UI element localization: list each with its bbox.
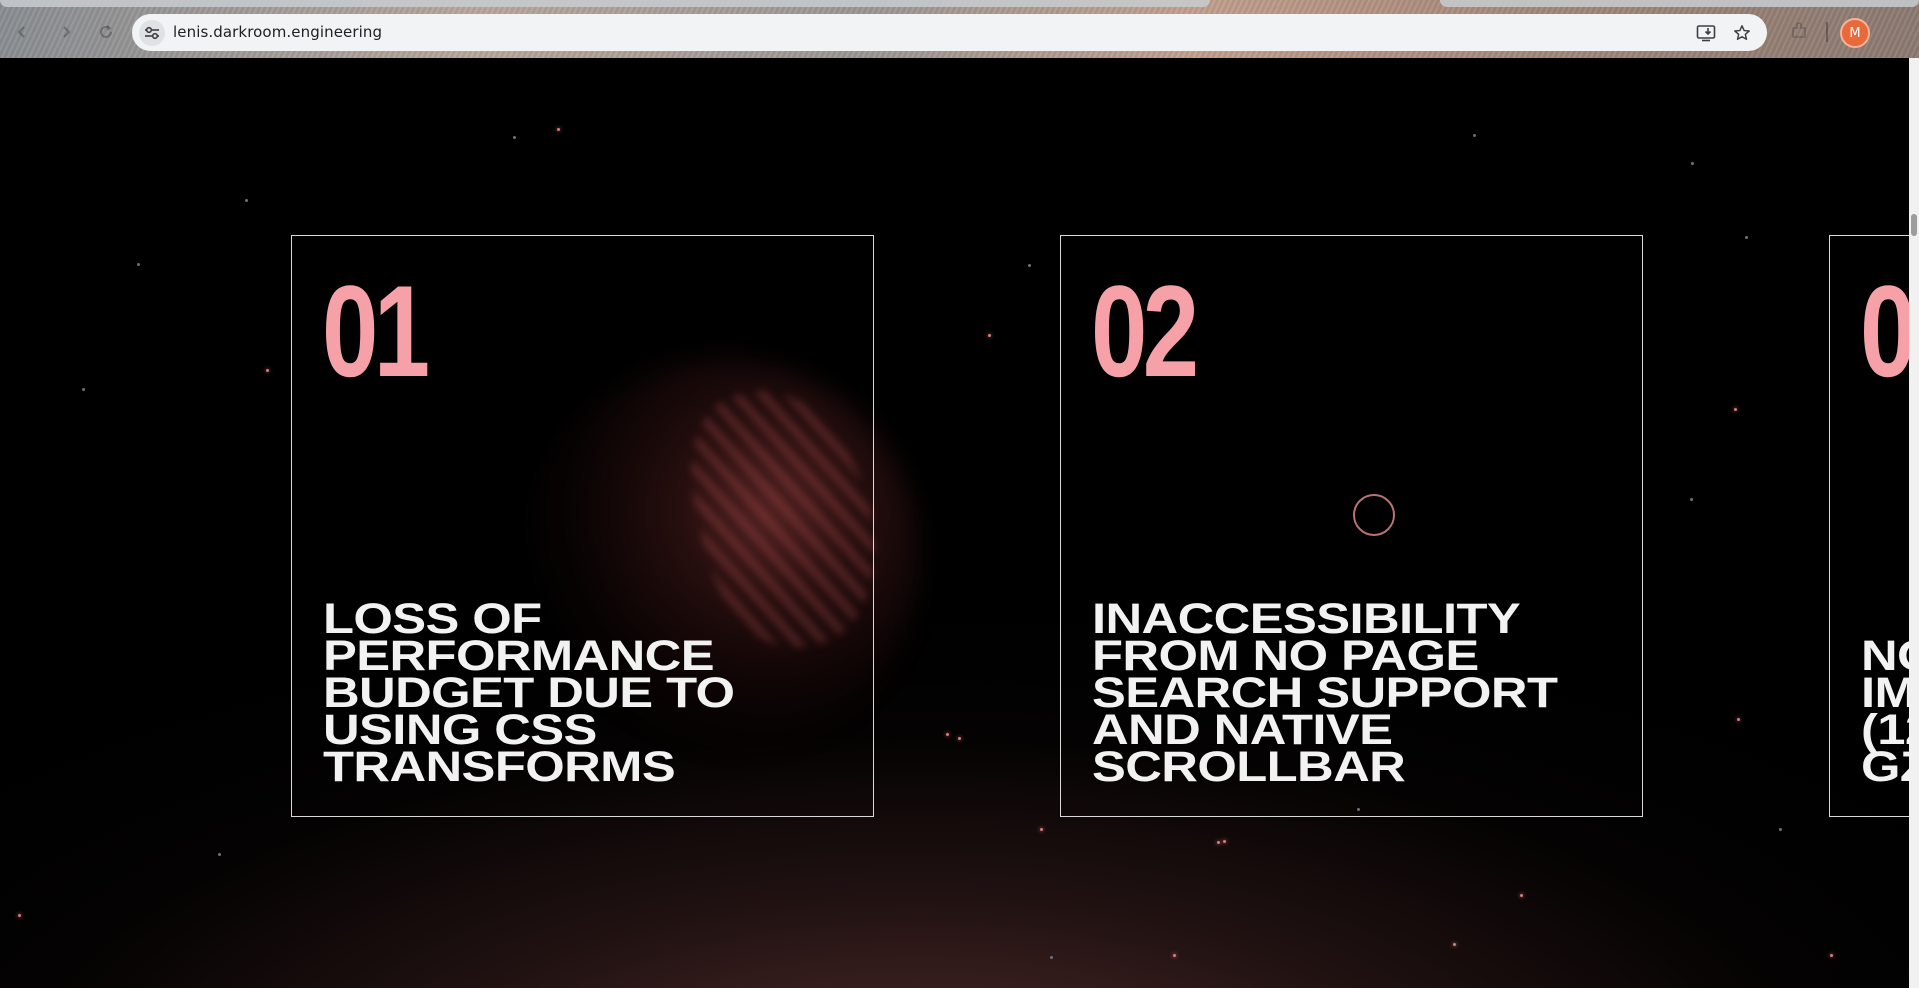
feature-card-01: 01 LOSS OF PERFORMANCE BUDGET DUE TO USI… bbox=[291, 235, 874, 817]
star bbox=[1453, 943, 1456, 946]
install-app-button[interactable] bbox=[1695, 22, 1717, 44]
star bbox=[557, 128, 560, 131]
toolbar-separator bbox=[1826, 22, 1828, 42]
reload-icon bbox=[100, 25, 112, 38]
browser-toolbar: lenis.darkroom.engineering M bbox=[0, 0, 1919, 58]
bookmark-button[interactable] bbox=[1731, 22, 1753, 44]
profile-avatar[interactable]: M bbox=[1840, 18, 1870, 48]
url-text[interactable]: lenis.darkroom.engineering bbox=[173, 23, 382, 41]
tab-strip bbox=[0, 0, 1210, 7]
star bbox=[1737, 718, 1740, 721]
page-viewport[interactable]: 01 LOSS OF PERFORMANCE BUDGET DUE TO USI… bbox=[0, 58, 1909, 988]
arrow-left-icon bbox=[17, 26, 25, 38]
star bbox=[1690, 498, 1693, 501]
card-title: INACCESSIBILITY FROM NO PAGE SEARCH SUPP… bbox=[1092, 595, 1558, 791]
card-title: NO IM (12 GZ bbox=[1861, 632, 1909, 791]
star bbox=[1217, 841, 1220, 844]
tab-strip-right bbox=[1440, 0, 1919, 7]
custom-cursor-ring bbox=[1353, 494, 1395, 536]
star bbox=[1745, 236, 1748, 239]
address-bar[interactable]: lenis.darkroom.engineering bbox=[132, 14, 1767, 51]
extensions-icon bbox=[1792, 22, 1806, 38]
star bbox=[1028, 264, 1031, 267]
star bbox=[266, 369, 269, 372]
star bbox=[513, 136, 516, 139]
star bbox=[1830, 954, 1833, 957]
reload-button[interactable] bbox=[92, 18, 120, 46]
tune-icon bbox=[145, 26, 159, 40]
star bbox=[988, 334, 991, 337]
star bbox=[1520, 894, 1523, 897]
star bbox=[1691, 162, 1694, 165]
star-icon bbox=[1734, 25, 1750, 41]
extensions-button[interactable] bbox=[1786, 18, 1812, 44]
forward-button[interactable] bbox=[52, 18, 80, 46]
star bbox=[1040, 828, 1043, 831]
star bbox=[946, 733, 949, 736]
star bbox=[1173, 954, 1176, 957]
card-number: 03 bbox=[1860, 258, 1909, 404]
star bbox=[137, 263, 140, 266]
site-info-button[interactable] bbox=[139, 20, 165, 46]
star bbox=[1050, 956, 1053, 959]
card-number: 02 bbox=[1091, 258, 1199, 404]
star bbox=[1473, 134, 1476, 137]
card-title: LOSS OF PERFORMANCE BUDGET DUE TO USING … bbox=[323, 595, 735, 791]
star bbox=[82, 388, 85, 391]
page-scrollbar[interactable] bbox=[1909, 58, 1919, 988]
star bbox=[1223, 840, 1226, 843]
star bbox=[18, 914, 21, 917]
feature-card-02: 02 INACCESSIBILITY FROM NO PAGE SEARCH S… bbox=[1060, 235, 1643, 817]
feature-card-03: 03 NO IM (12 GZ bbox=[1829, 235, 1909, 817]
scrollbar-thumb[interactable] bbox=[1911, 214, 1917, 236]
star bbox=[218, 853, 221, 856]
star bbox=[245, 199, 248, 202]
star bbox=[1734, 408, 1737, 411]
star bbox=[1779, 828, 1782, 831]
card-number: 01 bbox=[322, 258, 430, 404]
star bbox=[958, 737, 961, 740]
back-button[interactable] bbox=[8, 18, 36, 46]
install-app-icon bbox=[1696, 25, 1716, 42]
arrow-right-icon bbox=[63, 26, 71, 38]
